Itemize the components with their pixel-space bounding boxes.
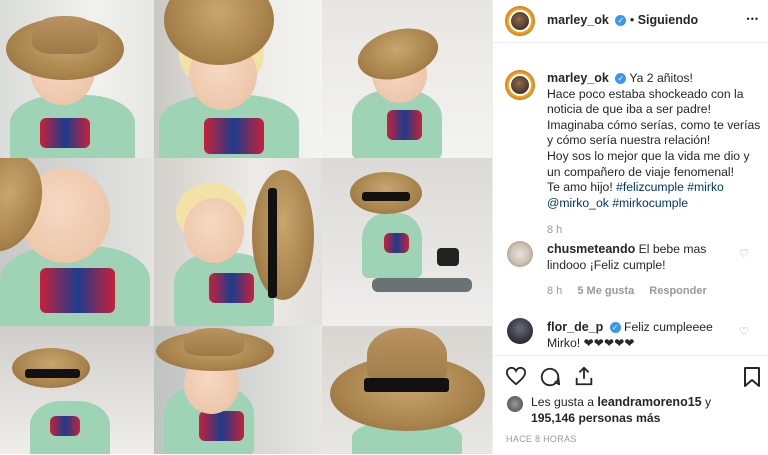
commenter-avatar[interactable] [507,241,533,267]
photo-tile-2 [154,0,322,158]
comment-text: lindooo ¡Feliz cumple! [547,257,666,272]
mention-link[interactable]: @mirko_ok [547,196,609,210]
caption-line: Hoy sos lo mejor que la vida me dio y [547,148,750,163]
hashtag-link[interactable]: #mirkocumple [612,196,688,210]
likes-prefix: Les gusta a [531,395,595,409]
photo-tile-7 [0,326,154,454]
comment-username[interactable]: flor_de_p [547,320,603,334]
post-header: marley_ok ✓ • Siguiendo ••• [493,0,768,43]
hashtag-link[interactable]: #felizcumple [616,180,684,194]
liker-username[interactable]: leandramoreno15 [597,395,701,409]
comment-2: flor_de_p ✓ Feliz cumpleeee Mirko! ❤❤❤❤❤ [547,320,713,351]
action-bar: Les gusta a leandramoreno15 y 195,146 pe… [493,355,768,455]
caption-line: Imaginaba cómo serías, como te verías [547,117,761,132]
caption-line: un compañero de viaje fenomenal! [547,164,734,179]
verified-badge-icon: ✓ [609,322,621,333]
caption-line: Hace poco estaba shockeado con la [547,86,744,101]
comment-text: El bebe mas [638,242,707,256]
caption-line: noticia de que iba a ser padre! [547,102,711,117]
comment-icon[interactable] [539,366,561,388]
reply-button[interactable]: Responder [649,285,706,297]
following-button[interactable]: Siguiendo [638,13,698,27]
verified-badge-icon: ✓ [615,73,627,84]
post-sidebar: marley_ok ✓ • Siguiendo ••• marley_ok ✓ … [492,0,768,454]
photo-collage[interactable] [0,0,492,454]
photo-tile-4 [0,158,154,326]
heart-icon[interactable] [505,366,527,386]
caption-username[interactable]: marley_ok [547,71,609,85]
likes-conj: y [705,395,712,409]
comment-text: Mirko! ❤❤❤❤❤ [547,335,635,350]
comment-like-icon[interactable]: ♡ [739,247,749,260]
caption-line: Te amo hijo! [547,180,613,195]
caption-avatar[interactable] [505,70,535,100]
author-username[interactable]: marley_ok [547,13,609,27]
comment-1: chusmeteando El bebe mas lindooo ¡Feliz … [547,242,707,300]
commenter-avatar[interactable] [507,318,533,344]
bookmark-icon[interactable] [743,366,761,388]
caption: marley_ok ✓ Ya 2 añitos! Hace poco estab… [547,71,761,239]
caption-time: 8 h [547,224,563,237]
share-icon[interactable] [573,365,595,387]
post-timestamp: HACE 8 HORAS [506,434,577,444]
comment-time: 8 h [547,285,563,298]
verified-badge-icon: ✓ [615,15,627,26]
author-avatar[interactable] [505,6,535,36]
photo-tile-1 [0,0,154,158]
caption-line: Ya 2 añitos! [629,71,693,85]
comment-username[interactable]: chusmeteando [547,242,635,256]
photo-tile-3 [322,0,492,158]
photo-tile-8 [154,326,322,454]
photo-tile-5 [154,158,322,326]
liker-avatar[interactable] [507,396,523,412]
comment-likes[interactable]: 5 Me gusta [577,285,634,297]
dot-separator: • [629,13,635,27]
hashtag-link[interactable]: #mirko [687,180,724,194]
photo-tile-6 [322,158,492,326]
comment-like-icon[interactable]: ♡ [739,325,749,338]
likes-count[interactable]: 195,146 personas más [531,411,660,427]
caption-line: y cómo sería nuestra relación! [547,133,711,148]
more-options-icon[interactable]: ••• [747,14,759,24]
comment-text: Feliz cumpleeee [624,320,713,334]
photo-tile-9 [322,326,492,454]
